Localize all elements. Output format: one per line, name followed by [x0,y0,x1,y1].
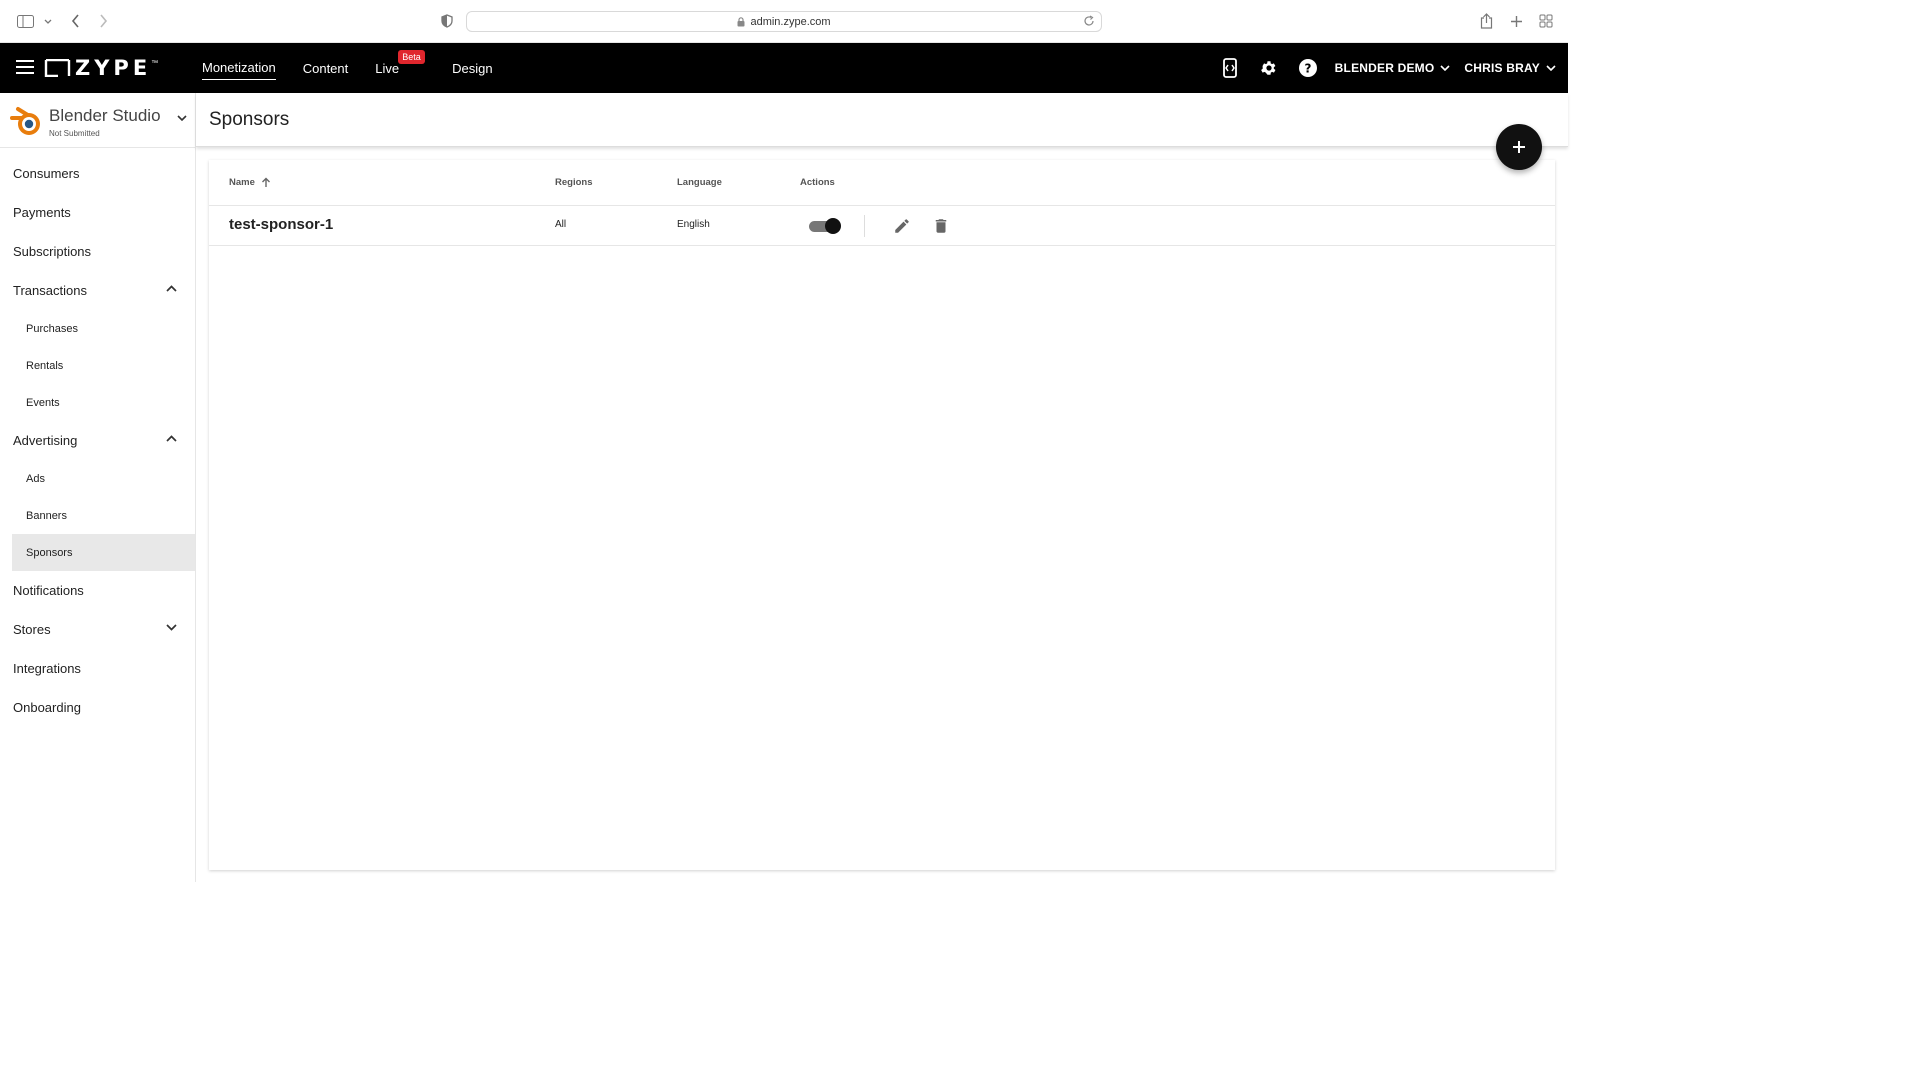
delete-trash-icon[interactable] [932,217,950,235]
sidebar-item-transactions[interactable]: Transactions [0,271,195,310]
sidebar-item-stores[interactable]: Stores [0,610,195,649]
sidebar-item-notifications[interactable]: Notifications [0,571,195,610]
main-nav: Monetization Content Live Beta Design [202,43,520,93]
help-icon[interactable]: ? [1296,56,1320,80]
account-menu[interactable]: BLENDER DEMO [1335,61,1451,75]
svg-text:?: ? [1304,62,1311,76]
url-text: admin.zype.com [750,15,831,28]
sort-ascending-icon[interactable] [261,177,271,188]
sidebar-item-advertising[interactable]: Advertising [0,421,195,460]
sidebar-toggle-icon[interactable] [14,10,36,32]
lock-icon [737,16,745,26]
plus-icon [1513,141,1525,153]
actions-divider [864,215,865,237]
sidebar-item-label: Stores [13,622,51,637]
shield-icon[interactable] [436,10,458,32]
sidebar-item-rentals[interactable]: Rentals [0,347,195,384]
app-header: ZYPE ™ Monetization Content Live Beta De… [0,43,1568,93]
sidebar-item-purchases[interactable]: Purchases [0,310,195,347]
page-title: Sponsors [209,109,290,130]
zype-logo[interactable]: ZYPE ™ [44,56,159,80]
sidebar-item-sponsors[interactable]: Sponsors [12,534,195,571]
chevron-down-icon[interactable] [166,624,177,631]
add-sponsor-button[interactable] [1496,124,1542,170]
sidebar-item-label: Advertising [13,433,78,448]
column-header-language: Language [677,177,722,188]
nav-monetization[interactable]: Monetization [202,56,276,80]
edit-pencil-icon[interactable] [893,217,911,235]
nav-live-label: Live [375,60,400,76]
chevron-up-icon[interactable] [166,285,177,292]
sidebar-item-consumers[interactable]: Consumers [0,154,195,193]
header-actions: ? BLENDER DEMO CHRIS BRAY [1218,43,1568,93]
chevron-up-icon[interactable] [166,435,177,442]
studio-status: Not Submitted [49,129,100,138]
sidebar-item-events[interactable]: Events [0,384,195,421]
nav-content[interactable]: Content [303,57,349,80]
sidebar-item-banners[interactable]: Banners [0,497,195,534]
page-title-bar: Sponsors [196,93,1568,147]
logo-trademark: ™ [151,59,159,67]
blender-logo-icon [10,107,40,135]
chevron-down-icon[interactable] [177,115,187,121]
sponsors-table: Name Regions Language Actions test-spons… [209,160,1555,870]
column-header-name[interactable]: Name [229,177,271,188]
column-header-actions: Actions [800,177,835,188]
address-bar[interactable]: admin.zype.com [466,11,1102,32]
forward-icon[interactable] [92,10,114,32]
sidebar-item-subscriptions[interactable]: Subscriptions [0,232,195,271]
sponsor-name[interactable]: test-sponsor-1 [229,216,333,233]
sponsor-regions: All [555,219,567,230]
account-menu-label: BLENDER DEMO [1334,61,1435,75]
table-header: Name Regions Language Actions [209,160,1555,206]
sidebar-item-payments[interactable]: Payments [0,193,195,232]
embed-code-icon[interactable] [1218,56,1242,80]
sidebar-menu: Consumers Payments Subscriptions Transac… [0,154,195,727]
chevron-down-icon[interactable] [37,10,59,32]
gear-icon[interactable] [1257,56,1281,80]
studio-name: Blender Studio [49,106,161,125]
nav-design[interactable]: Design [452,57,492,80]
column-header-label: Name [229,177,255,188]
sidebar: Blender Studio Not Submitted Consumers P… [0,93,196,882]
chevron-down-icon [1440,65,1450,71]
menu-icon[interactable] [16,60,34,74]
sponsor-language: English [677,219,710,230]
active-toggle[interactable] [809,218,841,234]
sidebar-item-integrations[interactable]: Integrations [0,649,195,688]
chevron-down-icon [1546,65,1556,71]
nav-live[interactable]: Live Beta [375,49,425,80]
reload-icon[interactable] [1083,15,1095,27]
share-icon[interactable] [1475,10,1497,32]
new-tab-icon[interactable] [1505,10,1527,32]
user-menu[interactable]: CHRIS BRAY [1464,61,1556,75]
user-menu-label: CHRIS BRAY [1464,61,1540,75]
logo-mark-icon [44,59,71,77]
beta-badge: Beta [398,49,425,64]
tab-overview-icon[interactable] [1535,10,1557,32]
browser-toolbar: admin.zype.com [0,0,1568,43]
sidebar-item-label: Transactions [13,283,87,298]
table-row[interactable]: test-sponsor-1 All English [209,206,1555,246]
sidebar-item-onboarding[interactable]: Onboarding [0,688,195,727]
logo-text: ZYPE [75,56,152,80]
column-header-regions: Regions [555,177,593,188]
sidebar-item-ads[interactable]: Ads [0,460,195,497]
back-icon[interactable] [64,10,86,32]
studio-selector[interactable]: Blender Studio Not Submitted [0,93,195,148]
